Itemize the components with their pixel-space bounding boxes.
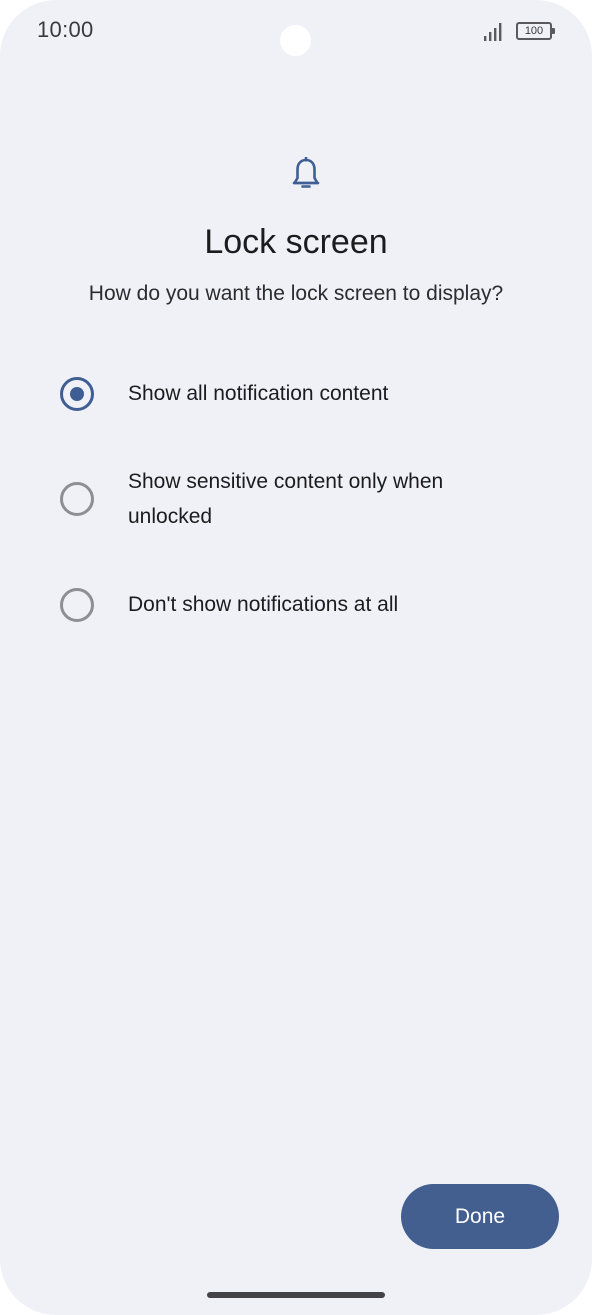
radio-button[interactable] — [60, 482, 94, 516]
home-indicator[interactable] — [207, 1292, 385, 1298]
page-subtitle: How do you want the lock screen to displ… — [88, 282, 504, 305]
option-dont-show[interactable]: Don't show notifications at all — [60, 587, 532, 622]
radio-button-selected[interactable] — [60, 376, 94, 411]
status-time: 10:00 — [37, 17, 94, 42]
page-title: Lock screen — [204, 223, 388, 261]
battery-icon: 100 — [516, 22, 555, 40]
radio-button[interactable] — [60, 587, 94, 622]
battery-level: 100 — [524, 24, 544, 37]
status-bar: 10:00 100 — [0, 0, 592, 62]
done-button[interactable]: Done — [401, 1184, 559, 1249]
option-sensitive-when-unlocked[interactable]: Show sensitive content only when unlocke… — [60, 464, 532, 534]
front-camera-cutout — [280, 25, 311, 56]
option-label: Don't show notifications at all — [128, 593, 399, 616]
option-show-all[interactable]: Show all notification content — [60, 376, 532, 411]
phone-screen: 10:00 100 Lock screen How do you want th… — [0, 0, 592, 1315]
option-label: Show all notification content — [128, 382, 389, 405]
option-label: Show sensitive content only when unlocke… — [128, 470, 444, 528]
bell-icon — [292, 157, 320, 188]
signal-icon — [484, 23, 502, 41]
